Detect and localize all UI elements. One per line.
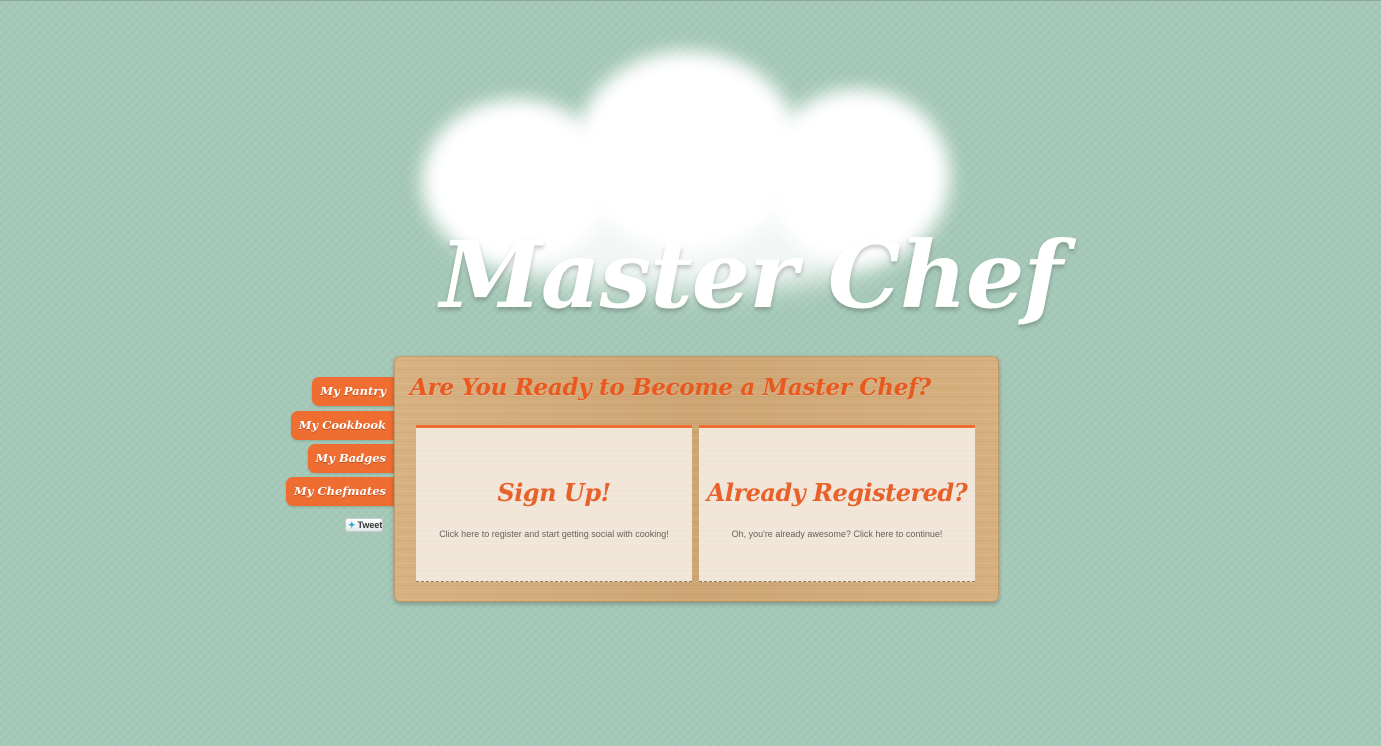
site-logo-title: Master Chef xyxy=(440,221,1063,329)
already-registered-heading: Already Registered? xyxy=(706,478,968,507)
twitter-bird-icon: ✦ xyxy=(348,520,356,530)
tweet-label: Tweet xyxy=(357,520,383,530)
nav-tab-my-badges[interactable]: My Badges xyxy=(307,444,396,473)
nav-tab-my-pantry[interactable]: My Pantry xyxy=(312,377,396,406)
sign-up-heading: Sign Up! xyxy=(497,478,611,507)
nav-tab-my-cookbook[interactable]: My Cookbook xyxy=(290,411,396,440)
nav-tab-my-chefmates[interactable]: My Chefmates xyxy=(286,477,396,506)
wooden-board-panel: Are You Ready to Become a Master Chef? S… xyxy=(394,356,999,602)
sign-up-description: Click here to register and start getting… xyxy=(439,529,669,539)
tweet-button[interactable]: ✦ Tweet xyxy=(345,518,383,532)
already-registered-card[interactable]: Already Registered? Oh, you're already a… xyxy=(699,425,975,582)
page-title: Are You Ready to Become a Master Chef? xyxy=(410,374,931,401)
sign-up-card[interactable]: Sign Up! Click here to register and star… xyxy=(416,425,692,582)
already-registered-description: Oh, you're already awesome? Click here t… xyxy=(731,529,943,539)
